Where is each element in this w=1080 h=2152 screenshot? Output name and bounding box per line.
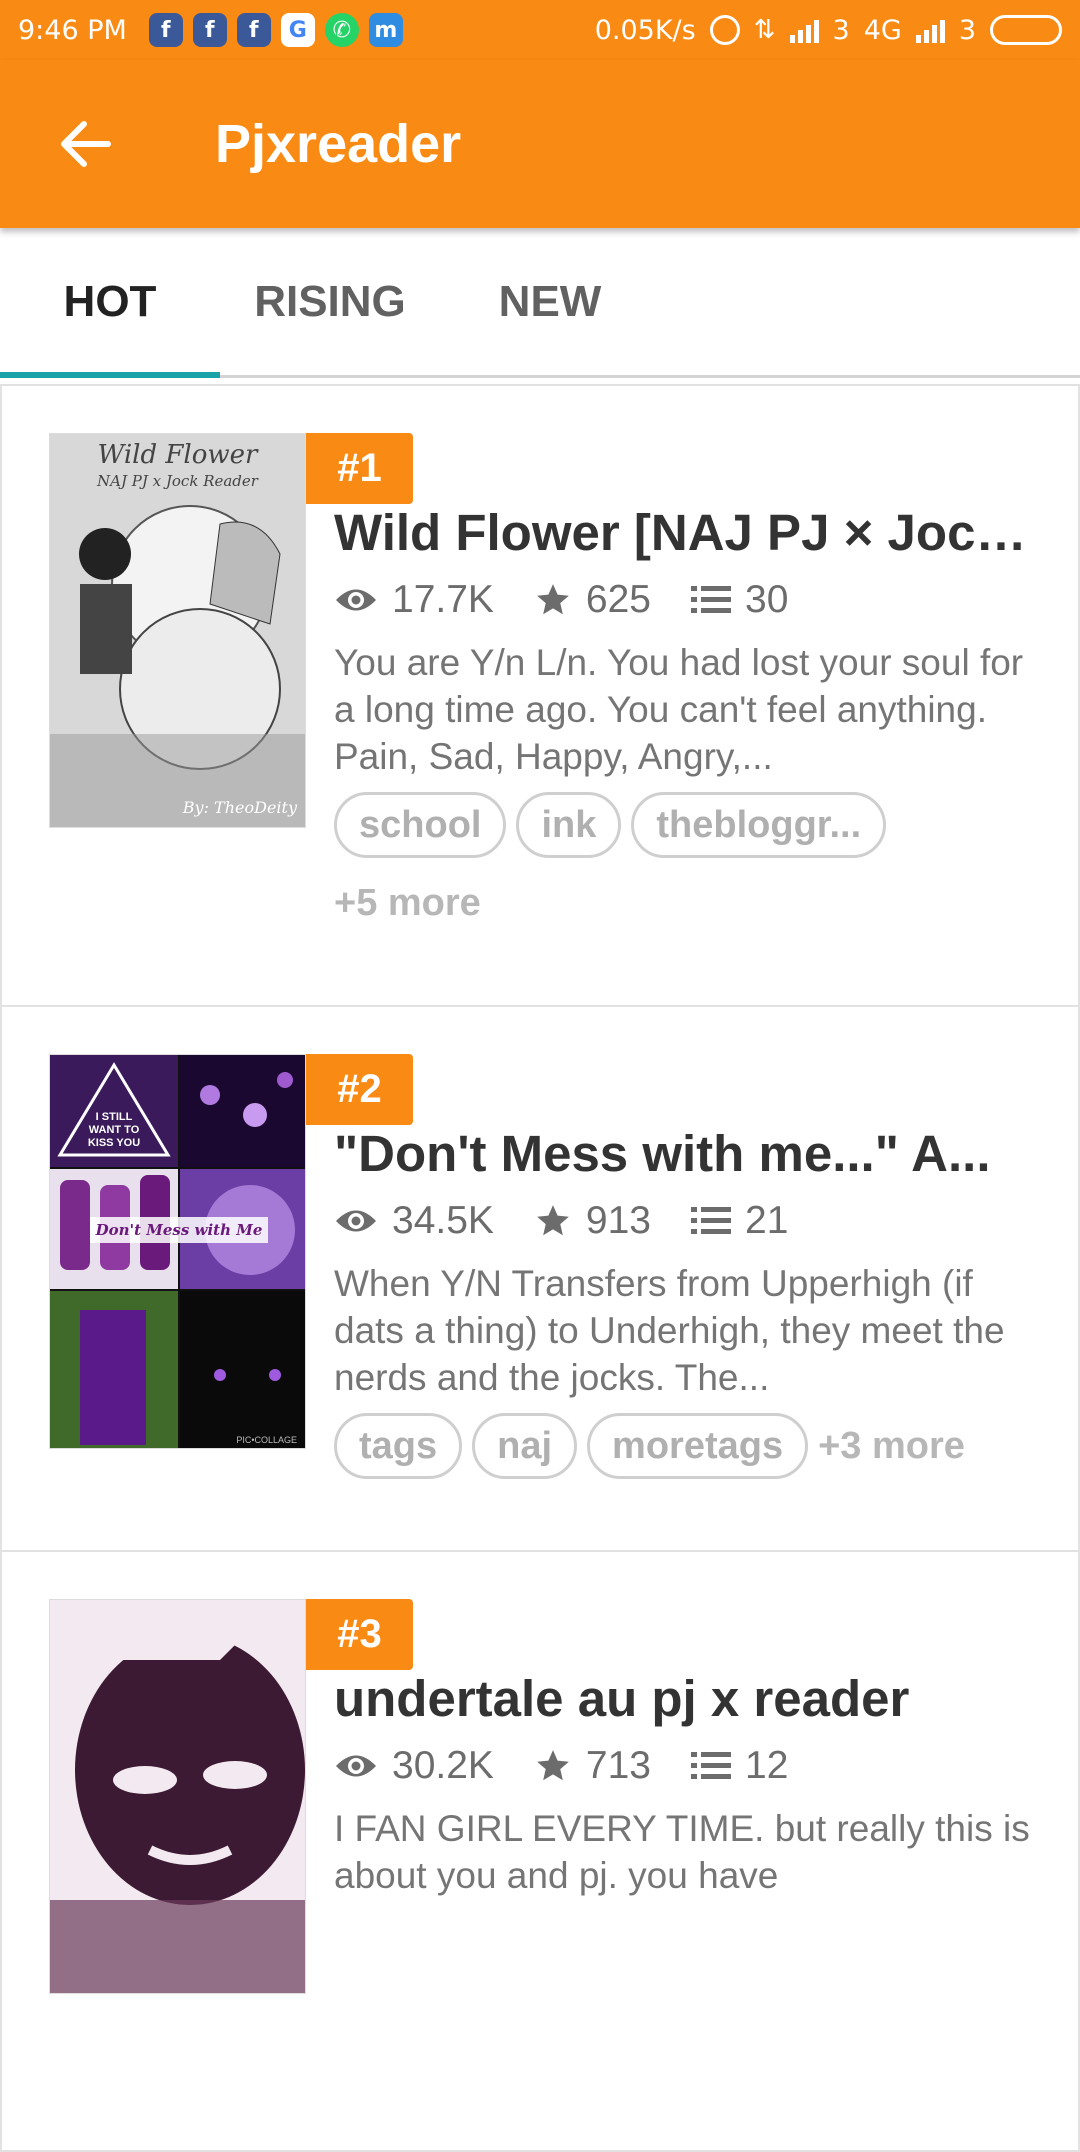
- tab-hot[interactable]: HOT: [0, 228, 220, 378]
- votes-count: 713: [585, 1744, 651, 1787]
- story-description: When Y/N Transfers from Upperhigh (if da…: [334, 1263, 1005, 1398]
- star-icon: [537, 584, 569, 615]
- more-tags-link[interactable]: +3 more: [818, 1425, 965, 1468]
- cover-text-top: I STILL WANT TO KISS YOU: [87, 1111, 141, 1149]
- parts-count: 12: [745, 1744, 789, 1787]
- story-stats: 17.7K 625 30: [334, 575, 1044, 625]
- views-count: 17.7K: [392, 578, 494, 621]
- tag-chip[interactable]: ink: [516, 792, 622, 858]
- status-bar: 9:46 PM f f f G ✆ m 0.05K/s ⇅ 3 4G 3: [0, 0, 1080, 60]
- network-speed: 0.05K/s: [594, 14, 696, 46]
- back-button[interactable]: [35, 94, 135, 194]
- parts-count: 21: [745, 1199, 789, 1242]
- parts-count: 30: [745, 578, 789, 621]
- story-cover-image: [49, 1599, 306, 1994]
- cover-watermark: PIC•COLLAGE: [236, 1435, 297, 1445]
- more-tags-link[interactable]: +5 more: [334, 882, 1044, 925]
- signal-icon: [789, 17, 819, 43]
- arrow-left-icon: [61, 121, 111, 167]
- facebook-icon: f: [192, 13, 227, 47]
- data-transfer-icon: ⇅: [753, 15, 776, 45]
- list-icon: [691, 1752, 731, 1779]
- views-count: 30.2K: [392, 1744, 494, 1787]
- mi-icon: m: [368, 13, 403, 47]
- sim1-label: 3: [832, 14, 850, 46]
- list-icon: [691, 1207, 731, 1234]
- facebook-icon: f: [236, 13, 271, 47]
- tag-chip[interactable]: moretags: [587, 1413, 809, 1479]
- rank-badge: #3: [306, 1599, 413, 1670]
- rank-badge: #2: [306, 1054, 413, 1125]
- story-title: undertale au pj x reader: [334, 1670, 910, 1727]
- tag-chip[interactable]: thebloggr...: [631, 792, 887, 858]
- votes-count: 913: [585, 1199, 651, 1242]
- story-description: You are Y/n L/n. You had lost your soul …: [334, 642, 1024, 777]
- signal-icon: [915, 17, 945, 43]
- sim2-label: 3: [958, 14, 976, 46]
- story-card[interactable]: Wild Flower NAJ PJ x Jock Reader By: The…: [0, 384, 1080, 1007]
- tab-rising[interactable]: RISING: [220, 228, 440, 375]
- tag-chip[interactable]: tags: [334, 1413, 463, 1479]
- status-time: 9:46 PM: [18, 14, 127, 46]
- tag-list: tags naj moretags +3 more: [334, 1413, 1044, 1479]
- story-card[interactable]: I STILL WANT TO KISS YOU Don't Mess with…: [0, 1007, 1080, 1552]
- votes-count: 625: [585, 578, 651, 621]
- eye-icon: [336, 589, 376, 611]
- tag-list: school ink thebloggr...: [334, 792, 1044, 858]
- story-description: I FAN GIRL EVERY TIME. but really this i…: [334, 1808, 1030, 1896]
- rank-badge: #1: [306, 433, 413, 504]
- tab-new[interactable]: NEW: [440, 228, 660, 375]
- google-icon: G: [280, 13, 315, 47]
- cover-subtitle: NAJ PJ x Jock Reader: [97, 472, 258, 490]
- story-title: "Don't Mess with me..." A...: [334, 1125, 991, 1182]
- cover-author: By: TheoDeity: [182, 798, 297, 817]
- eye-icon: [336, 1755, 376, 1777]
- story-cover-image: I STILL WANT TO KISS YOU Don't Mess with…: [49, 1054, 306, 1449]
- list-icon: [691, 586, 731, 613]
- story-cover-image: Wild Flower NAJ PJ x Jock Reader By: The…: [49, 433, 306, 828]
- story-stats: 30.2K 713 12: [334, 1741, 1044, 1791]
- tab-bar: HOT RISING NEW: [0, 228, 1080, 378]
- story-stats: 34.5K 913 21: [334, 1196, 1044, 1246]
- story-title: Wild Flower [NAJ PJ × Jock Reader]: [334, 504, 1044, 561]
- whatsapp-icon: ✆: [324, 13, 359, 47]
- story-card[interactable]: #3 undertale au pj x reader 30.2K 713 12…: [0, 1552, 1080, 2152]
- eye-icon: [336, 1210, 376, 1232]
- page-title: Pjxreader: [215, 114, 462, 174]
- alarm-icon: [709, 15, 740, 45]
- tag-chip[interactable]: naj: [472, 1413, 578, 1479]
- battery-icon: [990, 15, 1062, 45]
- cover-title: Wild Flower: [97, 440, 258, 470]
- star-icon: [537, 1750, 569, 1781]
- story-list: Wild Flower NAJ PJ x Jock Reader By: The…: [0, 384, 1080, 2152]
- star-icon: [537, 1205, 569, 1236]
- facebook-icon: f: [148, 13, 183, 47]
- network-type: 4G: [863, 14, 902, 46]
- cover-text-center: Don't Mess with Me: [95, 1221, 263, 1239]
- app-bar: Pjxreader: [0, 60, 1080, 228]
- tag-chip[interactable]: school: [334, 792, 507, 858]
- views-count: 34.5K: [392, 1199, 494, 1242]
